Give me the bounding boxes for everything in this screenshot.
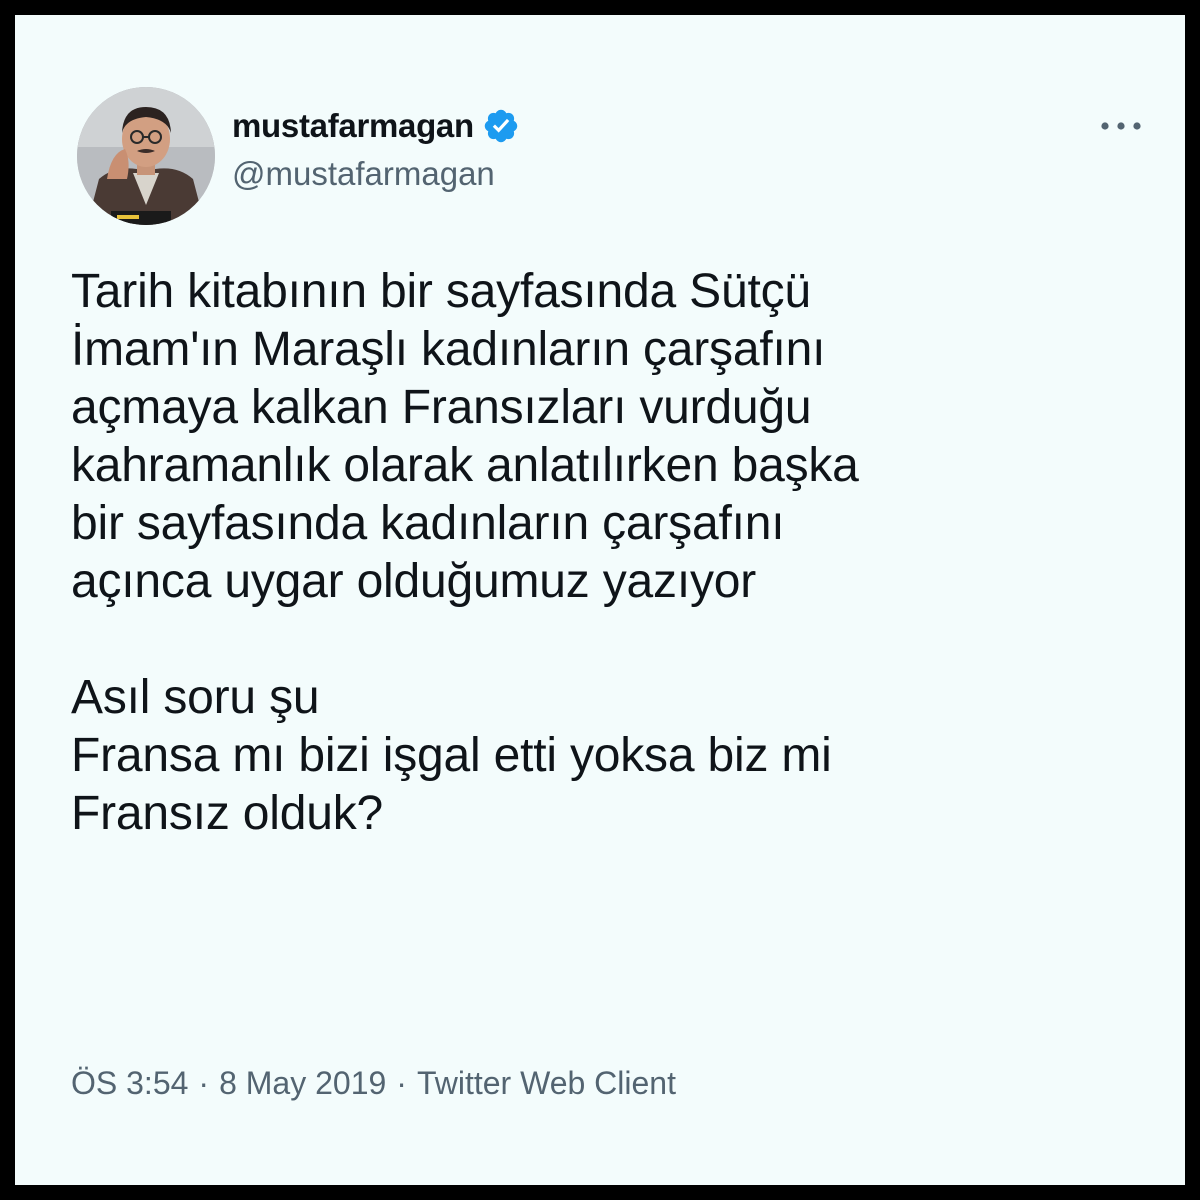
author-name-row: mustafarmagan bbox=[232, 103, 520, 149]
author-handle[interactable]: @mustafarmagan bbox=[232, 155, 495, 193]
tweet-meta: ÖS 3:54 · 8 May 2019 · Twitter Web Clien… bbox=[71, 1065, 676, 1102]
avatar-photo-icon bbox=[77, 87, 215, 225]
author-display-name[interactable]: mustafarmagan bbox=[232, 107, 474, 145]
tweet-card: mustafarmagan @mustafarmagan Tarih kitab… bbox=[15, 15, 1185, 1185]
verified-badge-icon bbox=[482, 107, 520, 145]
meta-separator: · bbox=[198, 1065, 210, 1101]
meta-separator: · bbox=[396, 1065, 407, 1101]
tweet-time[interactable]: ÖS 3:54 bbox=[71, 1065, 188, 1102]
tweet-date[interactable]: 8 May 2019 bbox=[219, 1065, 386, 1102]
tweet-source: Twitter Web Client bbox=[416, 1065, 676, 1101]
author-avatar[interactable] bbox=[77, 87, 215, 225]
tweet-text: Tarih kitabının bir sayfasında Sütçü İma… bbox=[71, 265, 859, 840]
more-horizontal-icon bbox=[1101, 122, 1141, 130]
more-options-button[interactable] bbox=[1095, 109, 1147, 143]
